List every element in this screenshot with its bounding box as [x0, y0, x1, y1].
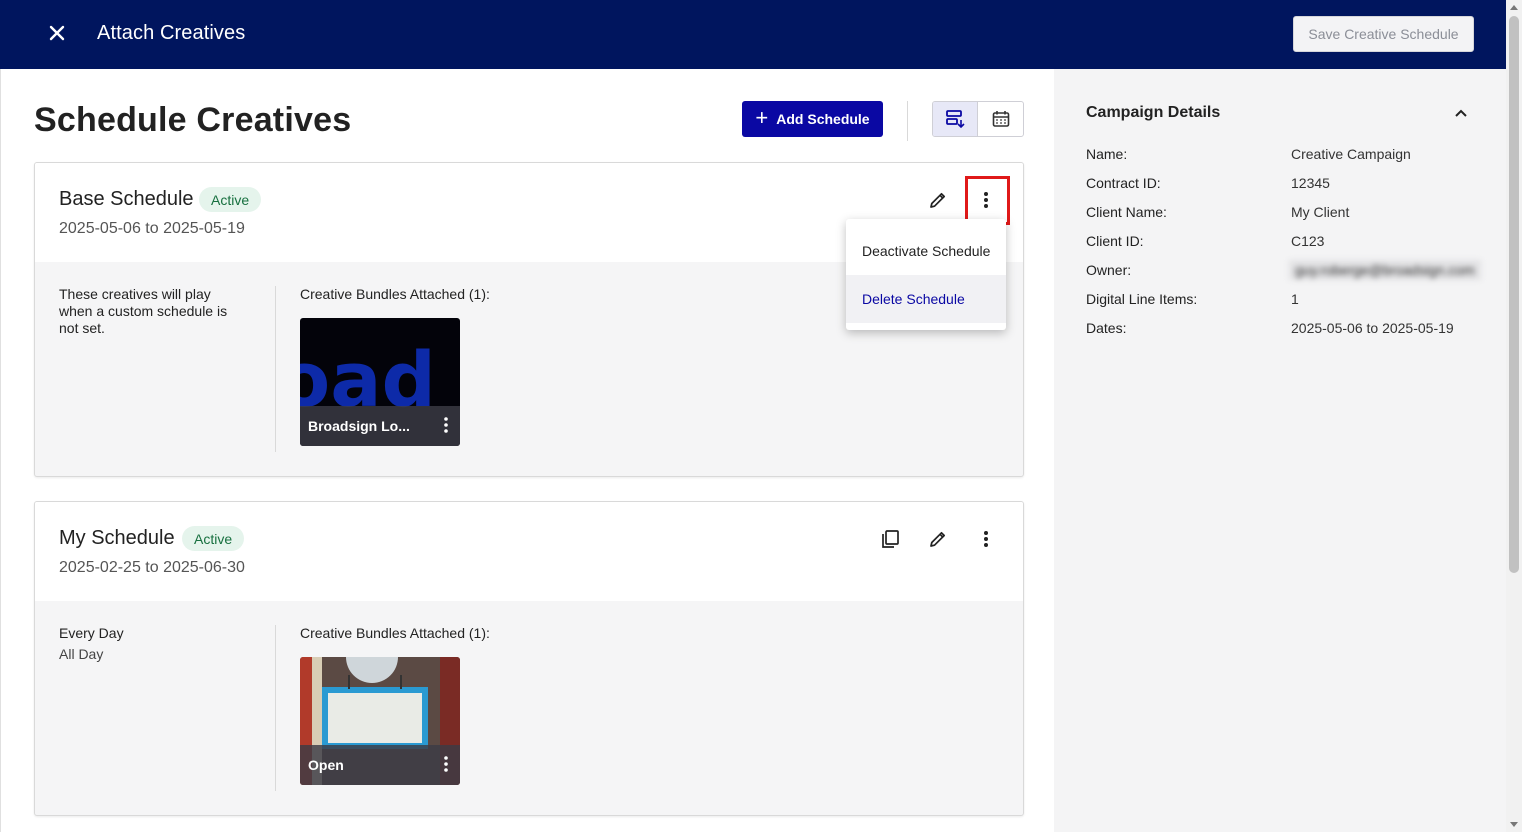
- detail-row-owner: Owner: guy.roberge@broadsign.com: [1086, 260, 1506, 280]
- schedule-card-header: My Schedule Active 2025-02-25 to 2025-06…: [35, 502, 1023, 601]
- schedule-recurrence: Every Day All Day: [59, 625, 239, 663]
- more-options-button[interactable]: [970, 184, 1002, 216]
- schedule-dates: 2025-02-25 to 2025-06-30: [59, 559, 245, 576]
- creative-bundle-thumbnail[interactable]: Open: [300, 657, 460, 785]
- scroll-up-arrow[interactable]: [1510, 5, 1518, 10]
- detail-row-contract-id: Contract ID: 12345: [1086, 175, 1506, 195]
- more-vertical-icon[interactable]: [444, 756, 448, 772]
- detail-row-name: Name: Creative Campaign: [1086, 146, 1506, 166]
- creative-bundle-thumbnail[interactable]: oad Broadsign Lo...: [300, 318, 460, 446]
- schedule-description: These creatives will play when a custom …: [59, 286, 228, 336]
- detail-row-client-id: Client ID: C123: [1086, 233, 1506, 253]
- bundle-name: Open: [308, 757, 344, 773]
- more-vertical-icon[interactable]: [444, 417, 448, 433]
- schedule-time: All Day: [59, 646, 104, 662]
- bundle-caption: Broadsign Lo...: [300, 406, 460, 446]
- schedule-dates: 2025-05-06 to 2025-05-19: [59, 220, 245, 237]
- detail-key: Client ID:: [1086, 233, 1144, 249]
- scroll-down-arrow[interactable]: [1510, 822, 1518, 827]
- calendar-icon: [992, 111, 1009, 127]
- more-options-button[interactable]: [970, 523, 1002, 555]
- duplicate-button[interactable]: [874, 523, 906, 555]
- bundle-name: Broadsign Lo...: [308, 418, 410, 434]
- detail-key: Name:: [1086, 146, 1128, 162]
- bundle-caption: Open: [300, 745, 460, 785]
- delete-schedule-menu-item[interactable]: Delete Schedule: [846, 275, 1006, 323]
- add-schedule-button[interactable]: + Add Schedule: [742, 101, 883, 137]
- divider: [275, 286, 276, 452]
- detail-value: Creative Campaign: [1291, 146, 1411, 162]
- scrollbar-thumb[interactable]: [1509, 16, 1519, 573]
- chevron-up-icon[interactable]: [1451, 103, 1471, 123]
- vertical-scrollbar[interactable]: [1506, 0, 1522, 832]
- main-panel: Schedule Creatives + Add Schedule Base S…: [0, 69, 1054, 832]
- detail-key: Contract ID:: [1086, 175, 1161, 191]
- schedule-card-body: Every Day All Day Creative Bundles Attac…: [35, 601, 1023, 815]
- detail-row-dates: Dates: 2025-05-06 to 2025-05-19: [1086, 320, 1506, 340]
- detail-value: C123: [1291, 233, 1325, 249]
- more-vertical-icon: [984, 192, 988, 208]
- detail-value: guy.roberge@broadsign.com: [1289, 260, 1481, 280]
- detail-key: Digital Line Items:: [1086, 291, 1198, 307]
- campaign-details-panel: Campaign Details Name: Creative Campaign…: [1054, 69, 1506, 832]
- dialog-title: Attach Creatives: [97, 22, 246, 44]
- detail-value: 1: [1291, 291, 1299, 307]
- bundles-label: Creative Bundles Attached (1):: [300, 625, 490, 641]
- page-title: Schedule Creatives: [34, 101, 352, 139]
- plus-icon: +: [755, 105, 769, 130]
- close-icon[interactable]: [45, 21, 69, 45]
- detail-value: 2025-05-06 to 2025-05-19: [1291, 320, 1454, 336]
- add-schedule-label: Add Schedule: [776, 111, 870, 127]
- campaign-details-title: Campaign Details: [1086, 104, 1221, 121]
- deactivate-schedule-menu-item[interactable]: Deactivate Schedule: [846, 227, 1006, 275]
- detail-key: Client Name:: [1086, 204, 1167, 220]
- detail-row-digital-line-items: Digital Line Items: 1: [1086, 291, 1506, 311]
- edit-button[interactable]: [922, 523, 954, 555]
- detail-value: My Client: [1291, 204, 1350, 220]
- status-badge: Active: [182, 526, 245, 551]
- more-vertical-icon: [984, 531, 988, 547]
- divider: [907, 101, 908, 141]
- schedule-days: Every Day: [59, 625, 124, 641]
- top-bar: Attach Creatives Save Creative Schedule: [0, 0, 1506, 69]
- pencil-icon: [930, 531, 946, 547]
- view-toggle: [932, 101, 1024, 137]
- edit-button[interactable]: [922, 184, 954, 216]
- divider: [275, 625, 276, 791]
- status-badge: Active: [199, 187, 262, 212]
- list-view-button[interactable]: [933, 102, 979, 136]
- calendar-view-button[interactable]: [978, 102, 1023, 136]
- detail-key: Dates:: [1086, 320, 1127, 336]
- schedule-options-menu: Deactivate Schedule Delete Schedule: [846, 219, 1006, 330]
- bundles-label: Creative Bundles Attached (1):: [300, 286, 490, 302]
- schedule-name: Base Schedule: [59, 188, 194, 210]
- detail-row-client-name: Client Name: My Client: [1086, 204, 1506, 224]
- detail-key: Owner:: [1086, 262, 1132, 278]
- list-view-icon: [946, 110, 965, 129]
- pencil-icon: [930, 192, 946, 208]
- detail-value: 12345: [1291, 175, 1330, 191]
- copy-icon: [882, 530, 899, 548]
- schedule-card: My Schedule Active 2025-02-25 to 2025-06…: [34, 501, 1024, 816]
- schedule-name: My Schedule: [59, 527, 175, 549]
- save-creative-schedule-button[interactable]: Save Creative Schedule: [1293, 16, 1474, 52]
